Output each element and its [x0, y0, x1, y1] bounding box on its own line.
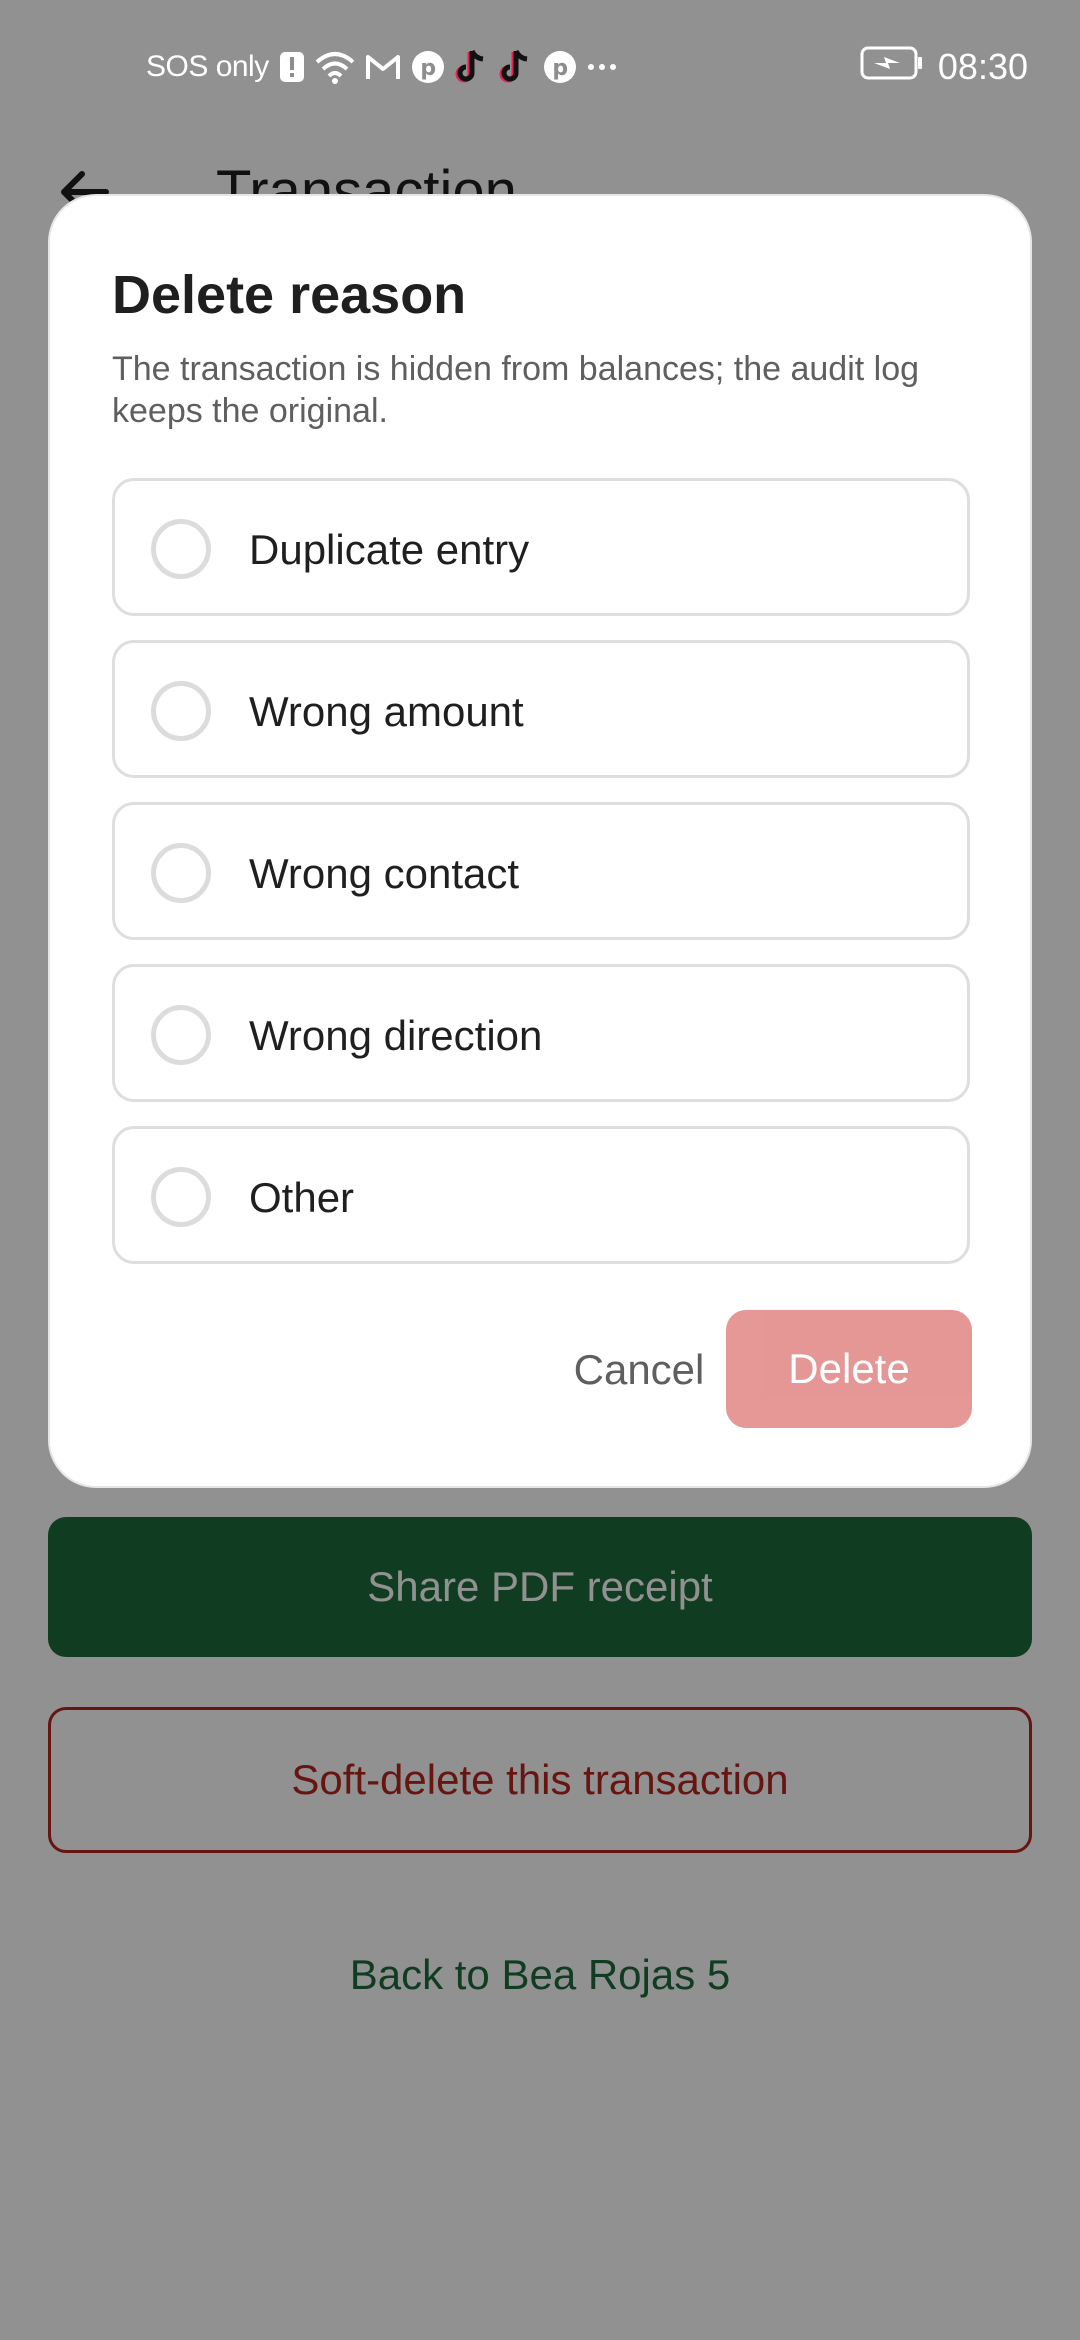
dialog-title: Delete reason: [112, 265, 467, 325]
dialog-description: The transaction is hidden from balances;…: [112, 350, 920, 430]
radio-button[interactable]: [151, 1005, 211, 1065]
radio-button[interactable]: [151, 681, 211, 741]
delete-button[interactable]: Delete: [726, 1310, 972, 1428]
svg-text:p: p: [420, 56, 435, 81]
reason-option-other[interactable]: Other: [112, 1126, 970, 1264]
option-label: Duplicate entry: [249, 526, 530, 573]
pinterest-icon: p: [411, 47, 445, 87]
radio-button[interactable]: [151, 1167, 211, 1227]
option-label: Wrong amount: [249, 688, 524, 735]
radio-button[interactable]: [151, 843, 211, 903]
radio-button[interactable]: [151, 519, 211, 579]
option-label: Other: [249, 1174, 355, 1221]
option-label: Wrong contact: [249, 850, 520, 897]
delete-reason-dialog: Delete reason The transaction is hidden …: [48, 194, 1032, 1488]
status-bar: SOS only p p 08:30: [0, 0, 1080, 134]
tiktok-icon: [499, 47, 533, 87]
clock: 08:30: [937, 46, 1028, 87]
option-label: Wrong direction: [249, 1012, 543, 1059]
tiktok-icon: [455, 47, 489, 87]
pinterest-icon: p: [543, 47, 577, 87]
reason-option-duplicate-entry[interactable]: Duplicate entry: [112, 478, 970, 616]
reason-option-wrong-direction[interactable]: Wrong direction: [112, 964, 970, 1102]
reason-option-wrong-amount[interactable]: Wrong amount: [112, 640, 970, 778]
reason-option-wrong-contact[interactable]: Wrong contact: [112, 802, 970, 940]
gmail-icon: [365, 47, 401, 87]
reason-options: Duplicate entry Wrong amount Wrong conta…: [112, 478, 970, 1288]
svg-text:p: p: [552, 56, 567, 81]
battery-charging-icon: [860, 46, 924, 89]
carrier-text: SOS only: [146, 50, 269, 83]
alert-icon: [279, 47, 305, 87]
more-icon: [587, 47, 617, 87]
wifi-icon: [315, 47, 355, 87]
